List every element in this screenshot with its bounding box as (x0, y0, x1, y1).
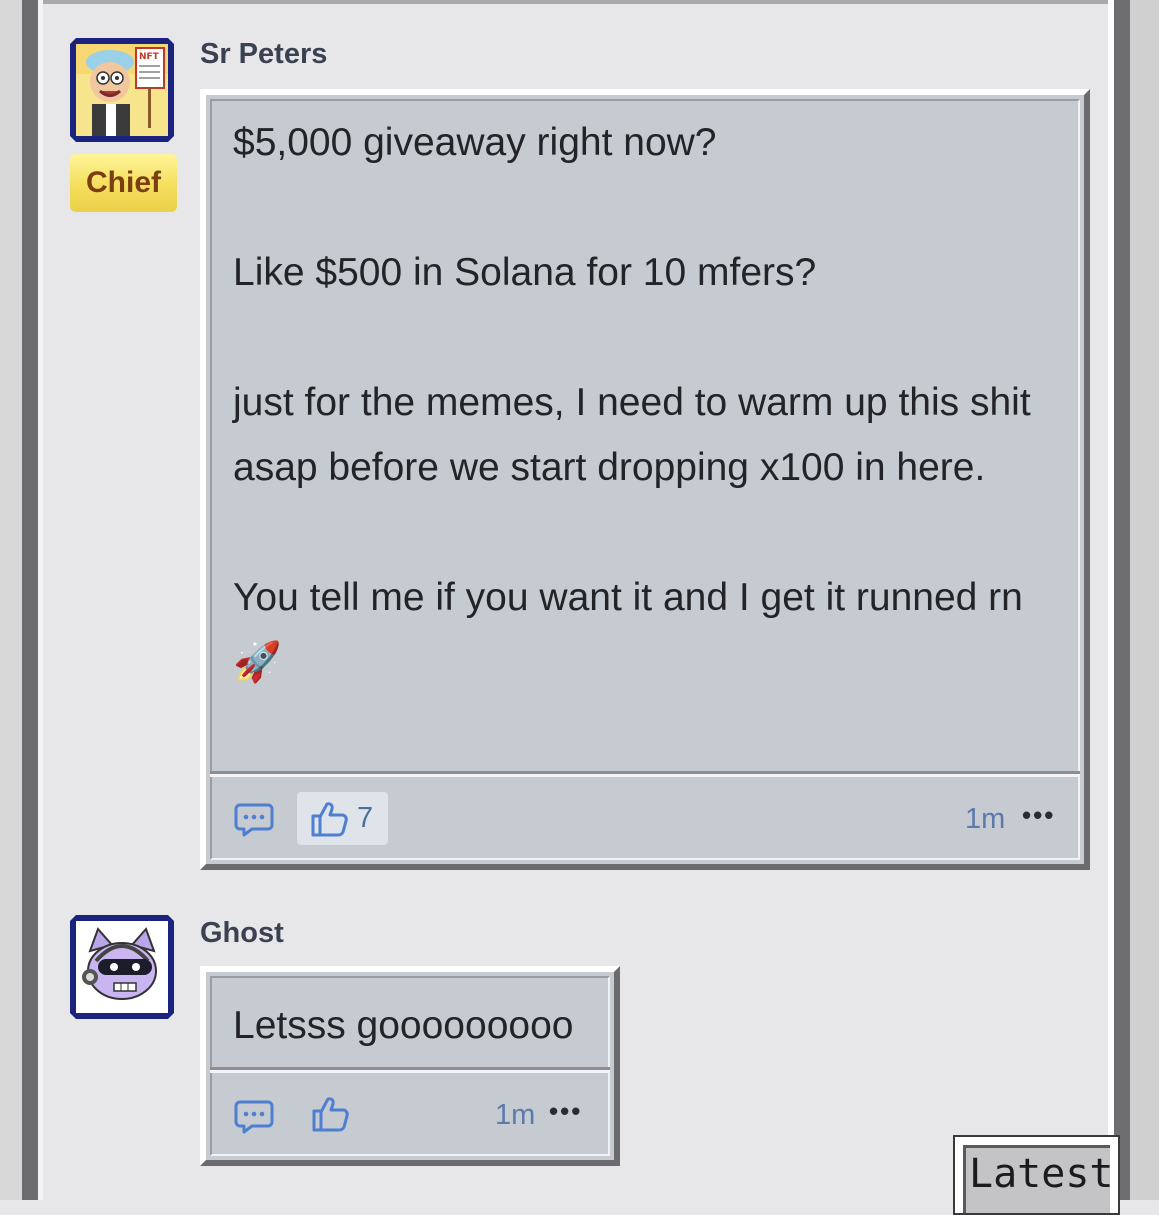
like-count: 7 (357, 802, 374, 834)
message-bubble: Letsss gooooooooo 1m ••• (200, 966, 620, 1166)
message-body: Letsss gooooooooo (233, 993, 613, 1058)
window-frame-right-border (1114, 0, 1130, 1200)
avatar-sr-peters[interactable]: NFT (70, 38, 174, 142)
like-button[interactable] (310, 1094, 350, 1134)
more-options-button[interactable]: ••• (549, 1096, 582, 1127)
comment-icon (234, 1100, 274, 1134)
message-divider-highlight (210, 774, 1080, 777)
timestamp: 1m (495, 1099, 536, 1131)
message-divider-highlight (210, 1070, 610, 1073)
window-frame-left-border (22, 0, 38, 1200)
thumbs-up-icon (312, 1097, 349, 1132)
svg-text:NFT: NFT (139, 52, 160, 62)
author-name[interactable]: Ghost (200, 917, 284, 950)
more-options-button[interactable]: ••• (1022, 800, 1055, 831)
window-frame-left (0, 0, 22, 1200)
author-name[interactable]: Sr Peters (200, 38, 327, 71)
timestamp: 1m (965, 803, 1006, 835)
window-frame-right (1130, 0, 1159, 1200)
message-body: $5,000 giveaway right now? Like $500 in … (233, 110, 1053, 695)
thumbs-up-icon (311, 801, 348, 836)
avatar-ghost[interactable] (70, 915, 174, 1019)
latest-button[interactable]: Latest (953, 1135, 1120, 1215)
message-paragraph: just for the memes, I need to warm up th… (233, 381, 1031, 489)
message-bubble: $5,000 giveaway right now? Like $500 in … (200, 89, 1090, 870)
message-paragraph: $5,000 giveaway right now? (233, 121, 717, 164)
nft-sign-character-avatar: NFT (76, 44, 168, 136)
comment-icon (234, 803, 274, 837)
ghost-cat-avatar (76, 921, 168, 1013)
message-paragraph: Like $500 in Solana for 10 mfers? (233, 251, 817, 294)
window-frame-left-highlight (38, 0, 43, 1200)
role-badge: Chief (70, 154, 177, 212)
like-button[interactable]: 7 (297, 792, 388, 845)
window-frame-top (43, 0, 1108, 4)
message-paragraph: You tell me if you want it and I get it … (233, 576, 1023, 684)
latest-button-label: Latest (969, 1151, 1114, 1197)
reply-button[interactable] (234, 1096, 274, 1136)
message-paragraph: Letsss gooooooooo (233, 1004, 574, 1047)
reply-button[interactable] (234, 799, 274, 839)
